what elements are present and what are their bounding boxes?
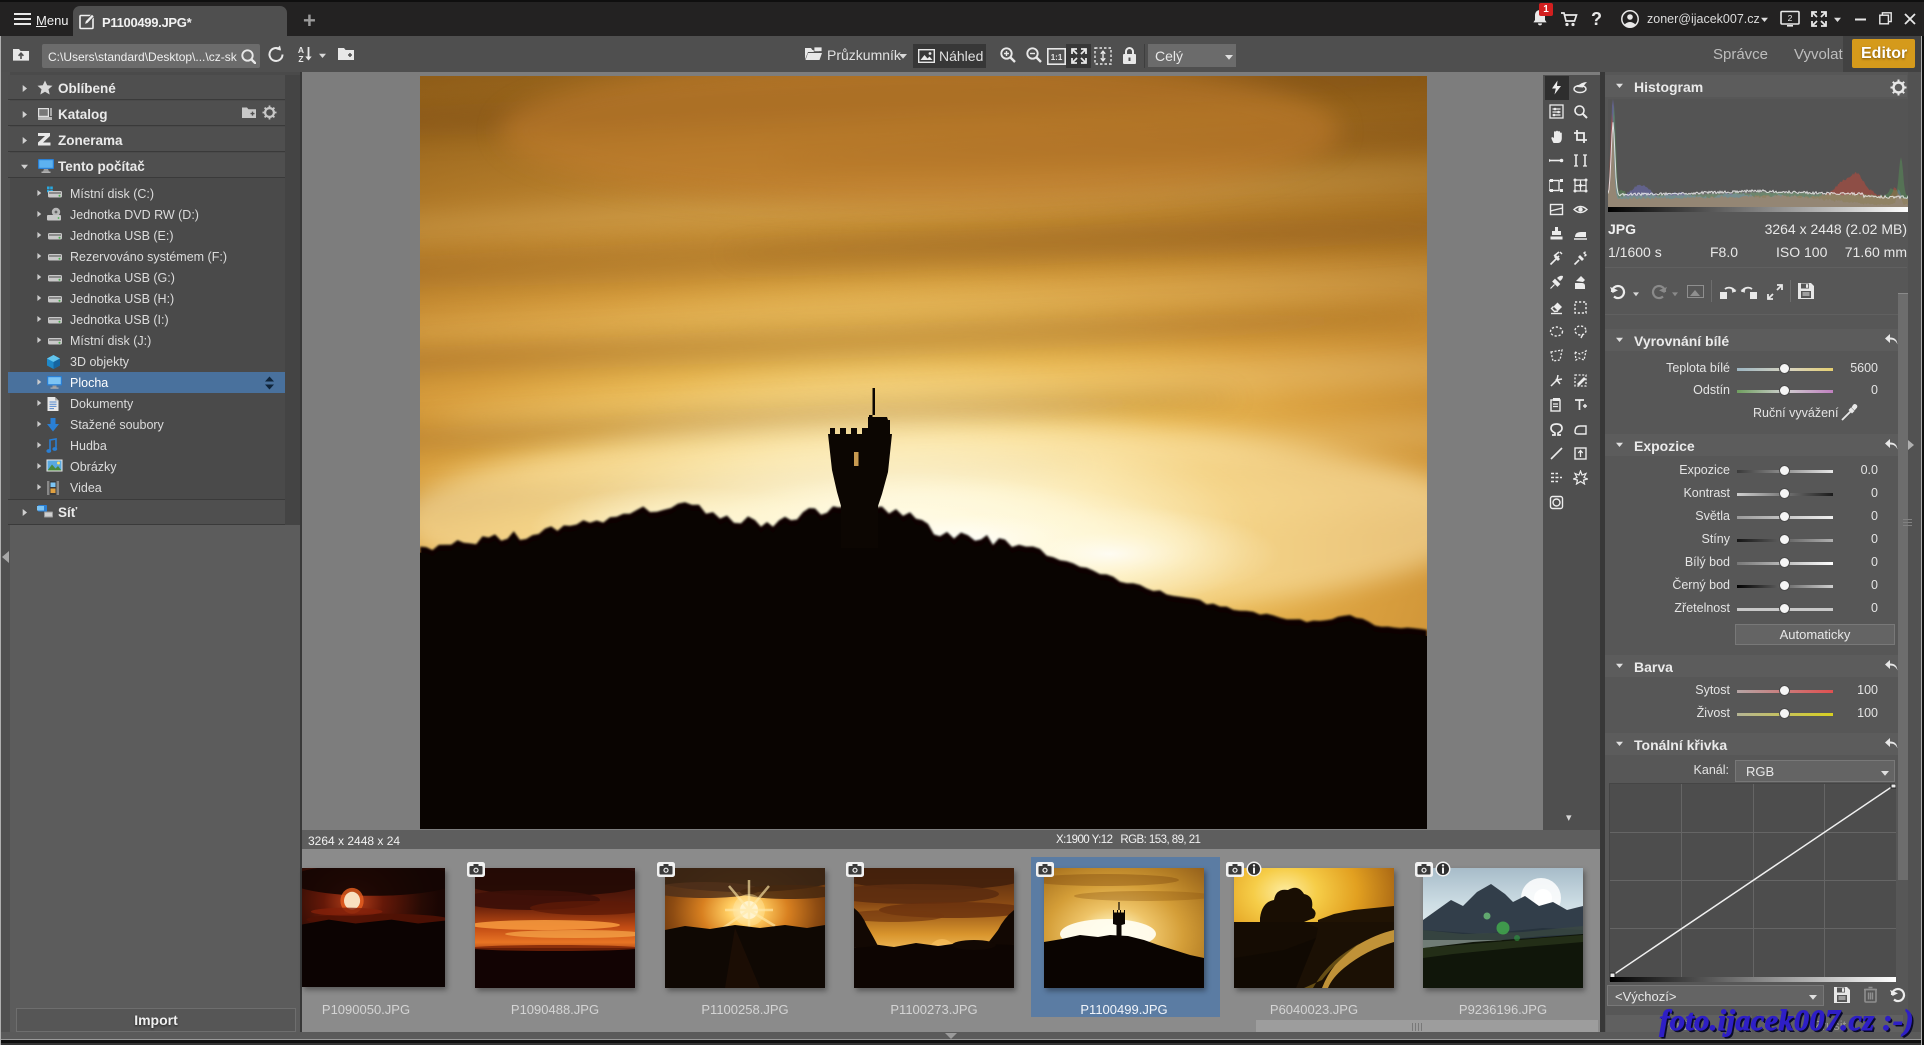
svg-text:Z: Z [298, 54, 303, 63]
svg-text:2: 2 [1788, 13, 1793, 23]
svg-text:1:1: 1:1 [1051, 53, 1063, 62]
